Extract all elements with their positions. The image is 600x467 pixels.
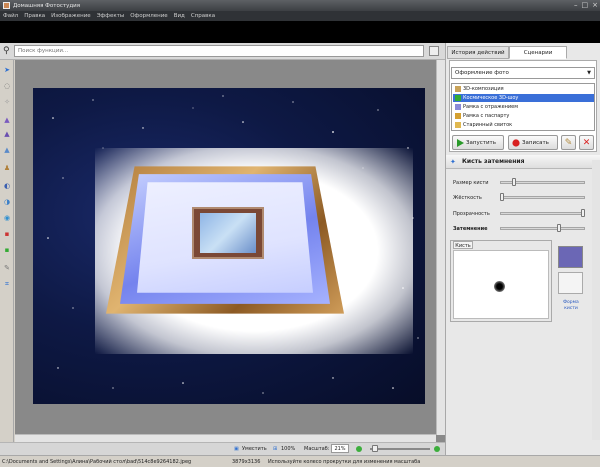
clone-tool-icon[interactable]: ▲: [3, 130, 11, 138]
redeye-tool-icon[interactable]: ◑: [3, 198, 11, 206]
script-icon: [455, 104, 461, 110]
zoom-out-icon[interactable]: [356, 446, 362, 452]
menu-view[interactable]: Вид: [174, 13, 185, 19]
top-toolbar-area: [0, 21, 600, 43]
list-item[interactable]: Рамка с отражением: [453, 103, 594, 111]
eye-tool-icon[interactable]: ◐: [3, 182, 11, 190]
status-hint: Используйте колесо прокрутки для изменен…: [268, 459, 421, 465]
light-tool-icon[interactable]: ◉: [3, 214, 11, 222]
slider-label-opacity: Прозрачность: [453, 211, 490, 217]
tab-scripts[interactable]: Сценарии: [509, 46, 567, 59]
delete-script-icon[interactable]: ✕: [579, 135, 594, 150]
script-category-value: Оформление фото: [455, 70, 509, 76]
actual-size-button[interactable]: 100%: [281, 446, 295, 452]
color-tool-icon[interactable]: ▪: [3, 230, 11, 238]
brush-panel-header: ✦ Кисть затемнения: [446, 155, 600, 169]
search-settings-icon[interactable]: [429, 46, 439, 56]
search-icon[interactable]: ⚲: [3, 46, 13, 56]
list-item[interactable]: Старинный свиток: [453, 121, 594, 129]
script-list[interactable]: 3D-композиция Космическое 3D-шоу Рамка с…: [451, 83, 595, 131]
brush-dot: [494, 281, 505, 292]
title-bar: Домашняя Фотостудия – □ ×: [0, 0, 600, 11]
brush-shape-swatch[interactable]: [558, 272, 583, 294]
tab-history[interactable]: История действий: [447, 46, 509, 59]
blur-tool-icon[interactable]: ▲: [3, 146, 11, 154]
status-file-path: C:\Documents and Settings\Алина\Рабочий …: [2, 459, 192, 465]
brush-size-handle[interactable]: [512, 178, 517, 186]
list-item[interactable]: 3D-композиция: [453, 85, 594, 93]
canvas-horizontal-scrollbar[interactable]: [15, 434, 436, 442]
close-button[interactable]: ×: [592, 1, 598, 9]
script-icon: [455, 86, 461, 92]
list-item[interactable]: Космическое 3D-шоу: [453, 94, 594, 102]
brush-shape-label[interactable]: Форма кисти: [556, 300, 586, 312]
lasso-tool-icon[interactable]: ◌: [3, 82, 11, 90]
zoom-slider-handle[interactable]: [372, 445, 378, 452]
menu-bar: Файл Правка Изображение Эффекты Оформлен…: [0, 11, 600, 21]
fit-button[interactable]: Уместить: [242, 446, 267, 452]
minimize-button[interactable]: –: [574, 1, 578, 9]
brush-tool-icon[interactable]: ▲: [3, 116, 11, 124]
brush-color-swatch[interactable]: [558, 246, 583, 268]
edit-script-icon[interactable]: ✎: [561, 135, 576, 150]
menu-file[interactable]: Файл: [3, 13, 18, 19]
menu-edit[interactable]: Правка: [24, 13, 45, 19]
script-category-select[interactable]: Оформление фото ▼: [451, 67, 595, 79]
zoom-label: Масштаб:: [304, 446, 330, 452]
status-dimensions: 3879x3136: [232, 459, 261, 465]
arrow-tool-icon[interactable]: ➤: [3, 66, 11, 74]
maximize-button[interactable]: □: [582, 1, 589, 9]
script-icon: [455, 122, 461, 128]
pen-tool-icon[interactable]: ✎: [3, 264, 11, 272]
zoom-in-icon[interactable]: [434, 446, 440, 452]
list-item[interactable]: Рамка с паспарту: [453, 112, 594, 120]
window-title: Домашняя Фотостудия: [13, 2, 81, 9]
menu-image[interactable]: Изображение: [51, 13, 91, 19]
menu-help[interactable]: Справка: [191, 13, 215, 19]
slider-label-hardness: Жёсткость: [453, 195, 482, 201]
brush-opacity-slider[interactable]: [500, 212, 585, 215]
run-script-button[interactable]: Запустить: [452, 135, 504, 150]
fit-icon[interactable]: ▣: [234, 446, 239, 452]
actual-size-icon[interactable]: ⊞: [273, 446, 277, 452]
crop-tool-icon[interactable]: ⌗: [3, 280, 11, 288]
stamp-tool-icon[interactable]: ♟: [3, 164, 11, 172]
adjust-tool-icon[interactable]: ▪: [3, 246, 11, 254]
brush-darkening-handle[interactable]: [556, 224, 561, 232]
menu-design[interactable]: Оформление: [130, 13, 168, 19]
record-script-button[interactable]: Записать: [508, 135, 558, 150]
slider-label-size: Размер кисти: [453, 180, 489, 186]
chevron-down-icon[interactable]: ▼: [587, 68, 591, 79]
script-icon: [455, 95, 461, 101]
brush-icon: ✦: [450, 158, 456, 166]
brush-opacity-handle[interactable]: [581, 209, 585, 217]
app-icon: [3, 2, 10, 9]
slider-label-darkening: Затемнение: [453, 226, 488, 232]
status-bar: C:\Documents and Settings\Алина\Рабочий …: [0, 455, 600, 467]
picture-content: [200, 213, 256, 253]
search-input[interactable]: [14, 45, 424, 57]
panel-vertical-scrollbar[interactable]: [592, 160, 600, 440]
brush-panel-title: Кисть затемнения: [462, 158, 525, 165]
script-icon: [455, 113, 461, 119]
zoom-slider[interactable]: [370, 448, 430, 450]
canvas-vertical-scrollbar[interactable]: [436, 60, 445, 435]
menu-effects[interactable]: Эффекты: [97, 13, 125, 19]
brush-hardness-slider[interactable]: [500, 196, 585, 199]
brush-darkening-slider[interactable]: [500, 227, 585, 230]
record-icon: [512, 139, 520, 147]
tools-panel: ➤ ◌ ✧ ▲ ▲ ▲ ♟ ◐ ◑ ◉ ▪ ▪ ✎ ⌗: [0, 60, 14, 442]
magic-wand-icon[interactable]: ✧: [3, 98, 11, 106]
zoom-value[interactable]: 21%: [331, 444, 349, 453]
brush-hardness-handle[interactable]: [500, 193, 504, 201]
play-icon: [457, 139, 464, 147]
brush-tab[interactable]: Кисть: [453, 241, 473, 249]
